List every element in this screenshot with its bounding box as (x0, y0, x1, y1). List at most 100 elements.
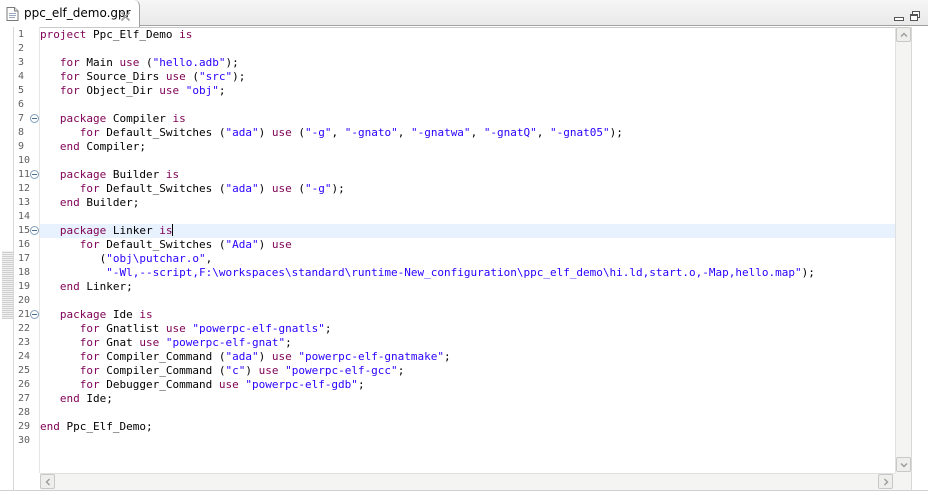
code-line[interactable]: ("obj\putchar.o", (40, 252, 895, 266)
code-line[interactable]: end Builder; (40, 196, 895, 210)
code-line[interactable] (40, 434, 895, 448)
code-line[interactable]: package Ide is (40, 308, 895, 322)
keyword-token: for (59, 56, 80, 69)
text-token: ; (285, 336, 292, 349)
code-line[interactable] (40, 406, 895, 420)
scroll-right-button[interactable] (878, 474, 893, 489)
line-number: 8 (18, 127, 25, 138)
keyword-token: use (139, 336, 160, 349)
line-number: 10 (18, 155, 31, 166)
line-number: 18 (18, 267, 31, 278)
code-line[interactable]: for Main use ("hello.adb"); (40, 56, 895, 70)
code-line[interactable]: end Linker; (40, 280, 895, 294)
close-icon[interactable] (120, 7, 131, 21)
code-line[interactable] (40, 154, 895, 168)
horizontal-scrollbar[interactable] (40, 473, 895, 490)
restore-icon[interactable] (909, 7, 921, 21)
text-token: ; (444, 350, 451, 363)
line-number: 14 (18, 211, 31, 222)
string-token: "c" (225, 364, 246, 377)
text-token: Default_Switches ( (99, 182, 226, 195)
text-token: ; (218, 84, 226, 97)
string-token: "-g" (304, 182, 332, 195)
string-token: "Ada" (225, 238, 259, 251)
code-line[interactable] (40, 210, 895, 224)
text-token: ); (331, 182, 345, 195)
code-text-area[interactable]: project Ppc_Elf_Demo is for Main use ("h… (40, 27, 895, 473)
code-line[interactable]: for Gnat use "powerpc-elf-gnat"; (40, 336, 895, 350)
string-token: "hello.adb" (152, 56, 226, 69)
line-number: 30 (18, 435, 31, 446)
text-token: ) (258, 238, 272, 251)
text-token: Compiler_Command ( (99, 364, 226, 377)
text-token: Gnatlist (99, 322, 166, 335)
text-token: Default_Switches ( (99, 238, 226, 251)
code-line[interactable] (40, 42, 895, 56)
line-number: 19 (18, 281, 31, 292)
line-number: 6 (18, 99, 25, 110)
collapse-icon[interactable] (30, 114, 39, 123)
minimize-icon[interactable] (893, 7, 905, 21)
code-line[interactable]: for Compiler_Command ("c") use "powerpc-… (40, 364, 895, 378)
keyword-token: use (271, 182, 292, 195)
code-line[interactable]: for Gnatlist use "powerpc-elf-gnatls"; (40, 322, 895, 336)
code-line[interactable]: package Linker is (40, 224, 895, 238)
line-number: 20 (18, 295, 31, 306)
keyword-token: use (159, 84, 180, 97)
keyword-token: for (79, 238, 100, 251)
code-line[interactable] (40, 294, 895, 308)
keyword-token: for (59, 84, 80, 97)
scroll-up-button[interactable] (896, 27, 911, 42)
keyword-token: is (159, 224, 173, 237)
keyword-token: use (258, 364, 279, 377)
scroll-left-button[interactable] (40, 474, 55, 489)
vertical-scrollbar[interactable] (895, 27, 911, 473)
code-line[interactable]: for Default_Switches ("ada") use ("-g"); (40, 182, 895, 196)
collapse-icon[interactable] (30, 310, 39, 319)
line-number: 22 (18, 323, 31, 334)
code-line[interactable]: end Ide; (40, 392, 895, 406)
code-line[interactable]: end Compiler; (40, 140, 895, 154)
text-token: Source_Dirs (79, 70, 166, 83)
collapse-icon[interactable] (30, 226, 39, 235)
scroll-down-button[interactable] (896, 457, 911, 472)
text-token: ( (291, 182, 305, 195)
code-line[interactable]: "-Wl,--script,F:\workspaces\standard\run… (40, 266, 895, 280)
keyword-token: end (59, 392, 80, 405)
code-line[interactable]: end Ppc_Elf_Demo; (40, 420, 895, 434)
text-token: ; (397, 364, 405, 377)
code-line[interactable]: for Compiler_Command ("ada") use "powerp… (40, 350, 895, 364)
text-token: ); (801, 266, 815, 279)
line-number: 4 (18, 71, 25, 82)
collapse-icon[interactable] (30, 170, 39, 179)
keyword-token: package (59, 168, 107, 181)
line-number: 13 (18, 197, 31, 208)
keyword-token: package (59, 112, 107, 125)
code-line[interactable]: for Object_Dir use "obj"; (40, 84, 895, 98)
code-line[interactable]: for Default_Switches ("ada") use ("-g", … (40, 126, 895, 140)
code-line[interactable]: for Default_Switches ("Ada") use (40, 238, 895, 252)
code-line[interactable]: package Builder is (40, 168, 895, 182)
code-line[interactable]: package Compiler is (40, 112, 895, 126)
code-line[interactable]: project Ppc_Elf_Demo is (40, 28, 895, 42)
text-token: , (397, 126, 411, 139)
code-line[interactable] (40, 98, 895, 112)
line-number: 9 (18, 141, 25, 152)
code-line[interactable]: for Debugger_Command use "powerpc-elf-gd… (40, 378, 895, 392)
keyword-token: use (165, 322, 186, 335)
keyword-token: for (79, 322, 100, 335)
editor-tab[interactable]: ppc_elf_demo.gpr (0, 0, 140, 27)
file-icon (6, 6, 19, 21)
keyword-token: use (218, 378, 239, 391)
text-token: Main (79, 56, 120, 69)
string-token: "powerpc-elf-gdb" (245, 378, 358, 391)
code-line[interactable]: for Source_Dirs use ("src"); (40, 70, 895, 84)
string-token: "-gnatwa" (410, 126, 471, 139)
overview-ruler-left (0, 27, 14, 495)
